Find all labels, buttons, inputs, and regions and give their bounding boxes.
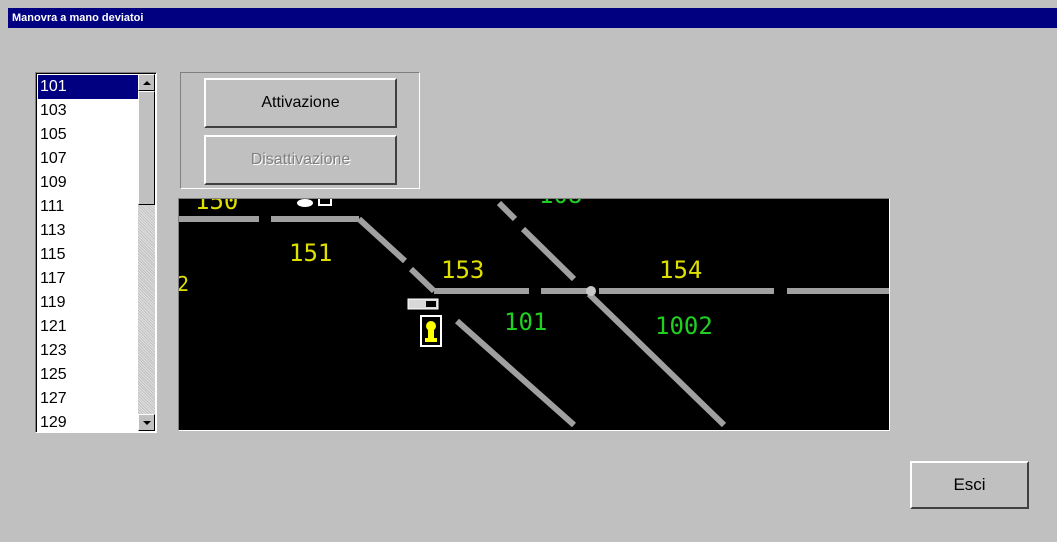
arrow-up-icon [142,80,151,85]
track-diagram: 150 108 2 1 151 153 154 101 1002 [178,198,890,431]
list-item[interactable]: 113 [38,219,139,243]
window-title-bar: Manovra a mano deviatoi [8,8,1057,28]
track-segment [356,216,408,264]
disattivazione-button[interactable]: Disattivazione [204,135,397,185]
switch-indicator-icon [407,298,439,310]
track-segment [455,318,576,428]
list-item[interactable]: 103 [38,99,139,123]
list-item[interactable]: 117 [38,267,139,291]
list-item[interactable]: 109 [38,171,139,195]
label-150: 150 [195,199,238,215]
list-item[interactable]: 119 [38,291,139,315]
list-item[interactable]: 107 [38,147,139,171]
list-item[interactable]: 111 [38,195,139,219]
switch-point [586,286,596,296]
label-1002: 1002 [655,312,713,340]
list-item[interactable]: 115 [38,243,139,267]
arrow-down-icon [142,420,151,425]
scroll-thumb[interactable] [138,91,155,205]
label-left-edge: 2 [179,272,189,296]
yellow-signal-icon [420,315,442,347]
esci-button[interactable]: Esci [910,461,1029,509]
label-108: 108 [539,199,582,209]
list-item[interactable]: 129 [38,411,139,432]
top-signal-icon [297,199,332,207]
window-title: Manovra a mano deviatoi [12,12,144,24]
list-item[interactable]: 105 [38,123,139,147]
list-item[interactable]: 123 [38,339,139,363]
track-segment [408,266,437,294]
track-segment [520,226,577,282]
attivazione-button[interactable]: Attivazione [204,78,397,128]
switch-list: 101 103 105 107 109 111 113 115 117 119 121 123 125 1… [38,75,139,432]
list-item[interactable]: 121 [38,315,139,339]
scroll-up-button[interactable] [138,74,155,91]
scroll-down-button[interactable] [138,414,155,431]
label-151: 151 [289,239,332,267]
label-101: 101 [504,308,547,336]
track-segment [496,200,518,222]
list-item[interactable]: 125 [38,363,139,387]
label-153: 153 [441,256,484,284]
label-right-edge: 1 [887,255,890,283]
switch-listbox[interactable]: 101 103 105 107 109 111 113 115 117 119 121 123 125 1… [35,72,157,433]
list-scrollbar[interactable] [138,74,155,431]
list-item[interactable]: 127 [38,387,139,411]
list-item[interactable]: 101 [38,75,139,99]
label-154: 154 [659,256,702,284]
